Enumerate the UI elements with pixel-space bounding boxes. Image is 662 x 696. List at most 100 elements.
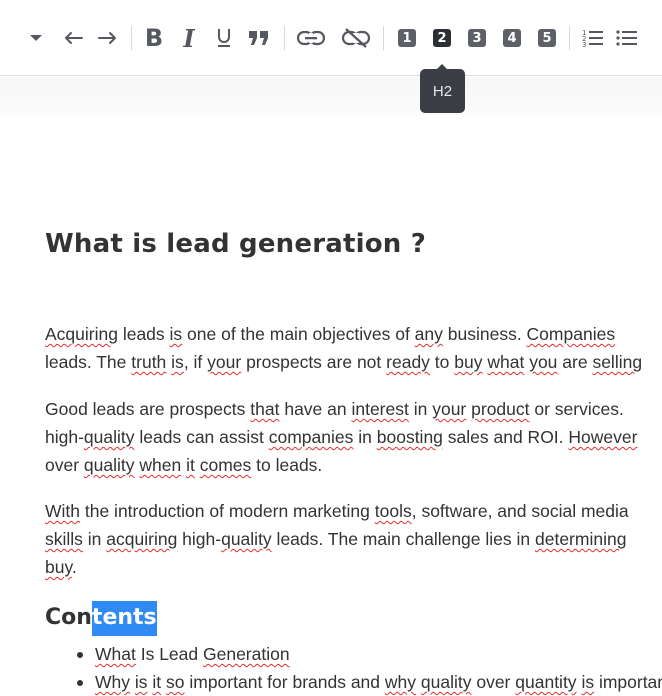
text-run: over bbox=[45, 455, 84, 475]
paragraph-1-line-2[interactable]: leads. The truth is, if your prospects a… bbox=[45, 348, 642, 376]
spellcheck-word: quantity bbox=[515, 672, 577, 692]
text-run: high- bbox=[177, 529, 222, 549]
bullet-list-icon[interactable] bbox=[614, 24, 640, 52]
toolbar-divider bbox=[383, 26, 384, 50]
toolbar-divider bbox=[131, 26, 132, 50]
text-run: , software, and social media bbox=[411, 501, 629, 521]
paragraph-2-line-2[interactable]: high-quality leads can assist companies … bbox=[45, 423, 637, 451]
text-run: or services. bbox=[529, 399, 624, 419]
spellcheck-word: your bbox=[432, 399, 467, 419]
tooltip-text: H2 bbox=[420, 69, 465, 113]
spellcheck-word: However bbox=[568, 427, 638, 447]
spellcheck-word: ready bbox=[386, 352, 430, 372]
spellcheck-word: you bbox=[529, 352, 558, 372]
text-run: , if bbox=[183, 352, 208, 372]
editor-top-padding bbox=[0, 77, 662, 115]
text-selection[interactable]: tents bbox=[91, 601, 157, 636]
spellcheck-word: quality bbox=[83, 455, 135, 475]
text-run: high- bbox=[45, 427, 84, 447]
italic-icon[interactable]: I bbox=[176, 24, 202, 53]
paragraph-1-line-1[interactable]: Acquiring leads is one of the main objec… bbox=[45, 320, 615, 348]
toolbar-divider bbox=[284, 26, 285, 50]
spellcheck-word: truth bbox=[131, 352, 167, 372]
spellcheck-word: product bbox=[471, 399, 530, 419]
spellcheck-word: quality bbox=[83, 427, 135, 447]
text-run: leads. The main challenge lies in bbox=[271, 529, 535, 549]
dropdown-caret-icon[interactable] bbox=[26, 24, 46, 52]
text-run: in bbox=[408, 399, 433, 419]
spellcheck-word: Companies bbox=[526, 324, 616, 344]
ordered-list-icon[interactable]: 123 bbox=[580, 24, 606, 52]
unlink-icon[interactable] bbox=[341, 24, 371, 52]
spellcheck-word: is bbox=[581, 672, 595, 692]
spellcheck-word: What bbox=[95, 644, 136, 664]
contents-heading-text: Con bbox=[45, 605, 92, 630]
heading-2-button[interactable]: 2 bbox=[431, 24, 453, 52]
heading-1-button[interactable]: 1 bbox=[396, 24, 418, 52]
spellcheck-word: is bbox=[134, 672, 148, 692]
spellcheck-word: With bbox=[45, 501, 80, 521]
spellcheck-word: boosting bbox=[376, 427, 443, 447]
text-run: prospects are not bbox=[241, 352, 387, 372]
spellcheck-word: buy bbox=[454, 352, 483, 372]
paragraph-2-line-3[interactable]: over quality when it comes to leads. bbox=[45, 451, 322, 479]
heading-tooltip: H2 bbox=[420, 64, 465, 113]
text-run: the introduction of modern marketing bbox=[80, 501, 375, 521]
spellcheck-word: quality bbox=[221, 529, 272, 549]
text-run: over bbox=[471, 672, 516, 692]
text-run: Good leads are prospects bbox=[45, 399, 251, 419]
text-run: are bbox=[557, 352, 593, 372]
spellcheck-word: skills bbox=[45, 529, 83, 549]
spellcheck-word: it bbox=[152, 672, 162, 692]
underline-icon[interactable] bbox=[211, 24, 237, 52]
text-run: leads can assist bbox=[134, 427, 269, 447]
document-title[interactable]: What is lead generation ? bbox=[45, 229, 426, 259]
heading-5-button[interactable]: 5 bbox=[536, 24, 558, 52]
text-run: leads bbox=[117, 324, 170, 344]
paragraph-3-line-1[interactable]: With the introduction of modern marketin… bbox=[45, 497, 629, 525]
contents-heading[interactable]: Contents bbox=[45, 601, 157, 636]
list-item[interactable]: What Is Lead Generation bbox=[75, 640, 662, 668]
spellcheck-word: your bbox=[207, 352, 242, 372]
spellcheck-word: why bbox=[384, 672, 417, 692]
bold-icon[interactable]: B bbox=[141, 24, 167, 52]
heading-3-button[interactable]: 3 bbox=[466, 24, 488, 52]
heading-4-button[interactable]: 4 bbox=[501, 24, 523, 52]
text-run: business. bbox=[442, 324, 527, 344]
svg-text:3: 3 bbox=[582, 41, 586, 48]
spellcheck-word: Why bbox=[95, 672, 130, 692]
text-run: in bbox=[82, 529, 107, 549]
text-run: sales and ROI. bbox=[442, 427, 569, 447]
text-run: important bbox=[598, 672, 662, 692]
spellcheck-word: comes bbox=[199, 455, 252, 475]
redo-icon[interactable] bbox=[95, 24, 121, 52]
text-run: one of the main objectives of bbox=[182, 324, 415, 344]
spellcheck-word: is bbox=[169, 324, 183, 344]
spellcheck-word: companies bbox=[268, 427, 354, 447]
spellcheck-word: interest bbox=[351, 399, 409, 419]
spellcheck-word: quality bbox=[420, 672, 472, 692]
text-run: Is Lead bbox=[135, 644, 203, 664]
editor-toolbar: B I 1 2 3 4 5 123 bbox=[0, 0, 662, 76]
text-run: important for brands and bbox=[184, 672, 385, 692]
undo-icon[interactable] bbox=[60, 24, 86, 52]
paragraph-3-line-3[interactable]: buy. bbox=[45, 553, 77, 581]
spellcheck-word: selling bbox=[592, 352, 643, 372]
spellcheck-word: Acquiring bbox=[45, 324, 118, 344]
spellcheck-word: buy bbox=[45, 557, 72, 577]
spellcheck-word: tools bbox=[374, 501, 412, 521]
text-run: to bbox=[429, 352, 455, 372]
paragraph-2-line-1[interactable]: Good leads are prospects that have an in… bbox=[45, 395, 624, 423]
spellcheck-word: acquiring bbox=[106, 529, 178, 549]
spellcheck-word: that bbox=[250, 399, 280, 419]
link-icon[interactable] bbox=[296, 24, 326, 52]
blockquote-icon[interactable] bbox=[246, 24, 272, 52]
text-run: . bbox=[71, 557, 77, 577]
text-run: have an bbox=[279, 399, 352, 419]
contents-list: What Is Lead Generation Why is it so imp… bbox=[75, 640, 662, 696]
list-item[interactable]: Why is it so important for brands and wh… bbox=[75, 668, 662, 696]
paragraph-3-line-2[interactable]: skills in acquiring high-quality leads. … bbox=[45, 525, 626, 553]
spellcheck-word: is bbox=[171, 352, 184, 372]
spellcheck-word: determining bbox=[535, 529, 627, 549]
spellcheck-word: any bbox=[414, 324, 443, 344]
